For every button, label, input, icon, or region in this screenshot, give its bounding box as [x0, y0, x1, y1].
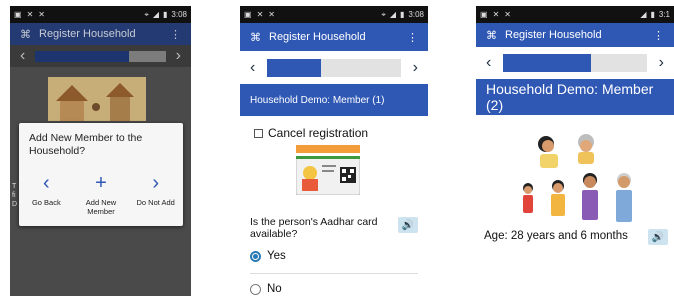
chevron-right-icon: › — [152, 172, 160, 194]
option-no[interactable]: No — [250, 283, 282, 295]
app-logo-icon: ⌘ — [486, 29, 497, 42]
status-bar: ▣ ✕ ✕ ⌖ ◢ ▮ 3:08 — [240, 6, 428, 23]
plus-icon: + — [95, 172, 107, 194]
prev-arrow-icon[interactable]: ‹ — [20, 47, 25, 65]
app-bar: ⌘ Register Household ⋮ — [10, 23, 191, 45]
chevron-left-icon: ‹ — [43, 172, 50, 194]
go-back-button[interactable]: ‹ Go Back — [19, 172, 74, 216]
status-bar: ▣ ✕ ✕ ◢ ▮ 3:1 — [476, 6, 674, 23]
notification-icon: ▣ — [244, 10, 252, 19]
add-member-dialog: Add New Member to the Household? ‹ Go Ba… — [19, 123, 183, 226]
notification-icon: ▣ — [14, 10, 22, 19]
notification-icon: ✕ — [504, 10, 511, 19]
progress-nav: ‹ › — [240, 51, 428, 84]
location-icon: ⌖ — [381, 9, 386, 19]
battery-icon: ▮ — [400, 10, 405, 19]
battery-icon: ▮ — [163, 10, 168, 19]
dialog-buttons: ‹ Go Back + Add New Member › Do Not Add — [19, 172, 183, 216]
battery-icon: ▮ — [650, 10, 655, 19]
prev-arrow-icon[interactable]: ‹ — [250, 59, 255, 77]
progress-fill — [267, 58, 321, 77]
radio-selected[interactable] — [250, 250, 261, 262]
section-title: Household Demo: Member (2) — [476, 79, 674, 115]
notification-icon: ▣ — [480, 10, 488, 19]
signal-icon: ◢ — [389, 10, 397, 19]
screen-member-2: ▣ ✕ ✕ ◢ ▮ 3:1 ⌘ Register Household ⋮ ‹ › Hou… — [476, 6, 674, 246]
notification-icon: ✕ — [38, 10, 45, 19]
add-new-member-label: Add New Member — [85, 198, 117, 216]
family-illustration — [523, 134, 632, 222]
notification-icon: ✕ — [26, 10, 34, 19]
status-time: 3:08 — [408, 10, 424, 19]
progress-bar — [503, 54, 647, 72]
do-not-add-label: Do Not Add — [136, 198, 175, 207]
speaker-icon[interactable]: 🔊 — [648, 229, 668, 245]
overflow-menu-icon[interactable]: ⋮ — [653, 29, 664, 42]
status-time: 3:1 — [658, 10, 670, 19]
progress-bar — [35, 50, 166, 62]
option-yes-label: Yes — [267, 250, 286, 262]
progress-fill — [35, 50, 130, 62]
app-title: Register Household — [269, 31, 366, 43]
app-title: Register Household — [39, 28, 136, 40]
cancel-checkbox[interactable] — [254, 128, 263, 138]
option-yes[interactable]: Yes — [250, 250, 286, 262]
app-logo-icon: ⌘ — [20, 28, 31, 41]
app-bar: ⌘ Register Household ⋮ — [476, 23, 674, 47]
do-not-add-button[interactable]: › Do Not Add — [128, 172, 183, 216]
aadhar-card-image — [296, 145, 360, 195]
section-title: Household Demo: Member (1) — [240, 84, 428, 116]
app-title: Register Household — [505, 29, 602, 41]
screen-member-1: ▣ ✕ ✕ ⌖ ◢ ▮ 3:08 ⌘ Register Household ⋮ ‹ › H… — [240, 6, 428, 296]
notification-icon: ✕ — [268, 10, 275, 19]
cancel-registration-row[interactable]: Cancel registration — [254, 126, 428, 140]
divider — [250, 273, 418, 274]
add-new-member-button[interactable]: + Add New Member — [74, 172, 129, 216]
radio-unselected[interactable] — [250, 283, 261, 295]
speaker-icon[interactable]: 🔊 — [398, 217, 418, 233]
signal-icon: ◢ — [152, 10, 160, 19]
village-illustration — [48, 77, 146, 121]
status-time: 3:08 — [171, 10, 187, 19]
aadhar-question: Is the person's Aadhar card available? — [250, 216, 378, 240]
age-text: Age: 28 years and 6 months — [484, 230, 628, 242]
progress-nav: ‹ › — [10, 45, 191, 67]
progress-fill — [503, 54, 591, 72]
obscured-text: fi — [12, 192, 16, 199]
next-arrow-icon[interactable]: › — [413, 59, 418, 77]
signal-icon: ◢ — [640, 10, 647, 19]
cancel-registration-label: Cancel registration — [268, 126, 369, 140]
obscured-text: T — [12, 183, 17, 190]
next-arrow-icon[interactable]: › — [176, 47, 181, 65]
location-icon: ⌖ — [144, 9, 149, 19]
app-bar: ⌘ Register Household ⋮ — [240, 23, 428, 51]
overflow-menu-icon[interactable]: ⋮ — [170, 28, 181, 41]
obscured-text: D — [12, 201, 18, 208]
dialog-title: Add New Member to the Household? — [29, 132, 143, 157]
status-bar: ▣ ✕ ✕ ⌖ ◢ ▮ 3:08 — [10, 6, 191, 23]
progress-nav: ‹ › — [476, 47, 674, 79]
screen-add-member-dialog: ▣ ✕ ✕ ⌖ ◢ ▮ 3:08 ⌘ Register Household ⋮ ‹ › T… — [10, 6, 191, 296]
notification-icon: ✕ — [256, 10, 264, 19]
app-logo-icon: ⌘ — [250, 31, 261, 44]
go-back-label: Go Back — [31, 198, 61, 207]
progress-bar — [267, 58, 401, 77]
option-no-label: No — [267, 283, 282, 295]
notification-icon: ✕ — [492, 10, 500, 19]
overflow-menu-icon[interactable]: ⋮ — [407, 31, 418, 44]
next-arrow-icon[interactable]: › — [659, 54, 664, 72]
prev-arrow-icon[interactable]: ‹ — [486, 54, 491, 72]
